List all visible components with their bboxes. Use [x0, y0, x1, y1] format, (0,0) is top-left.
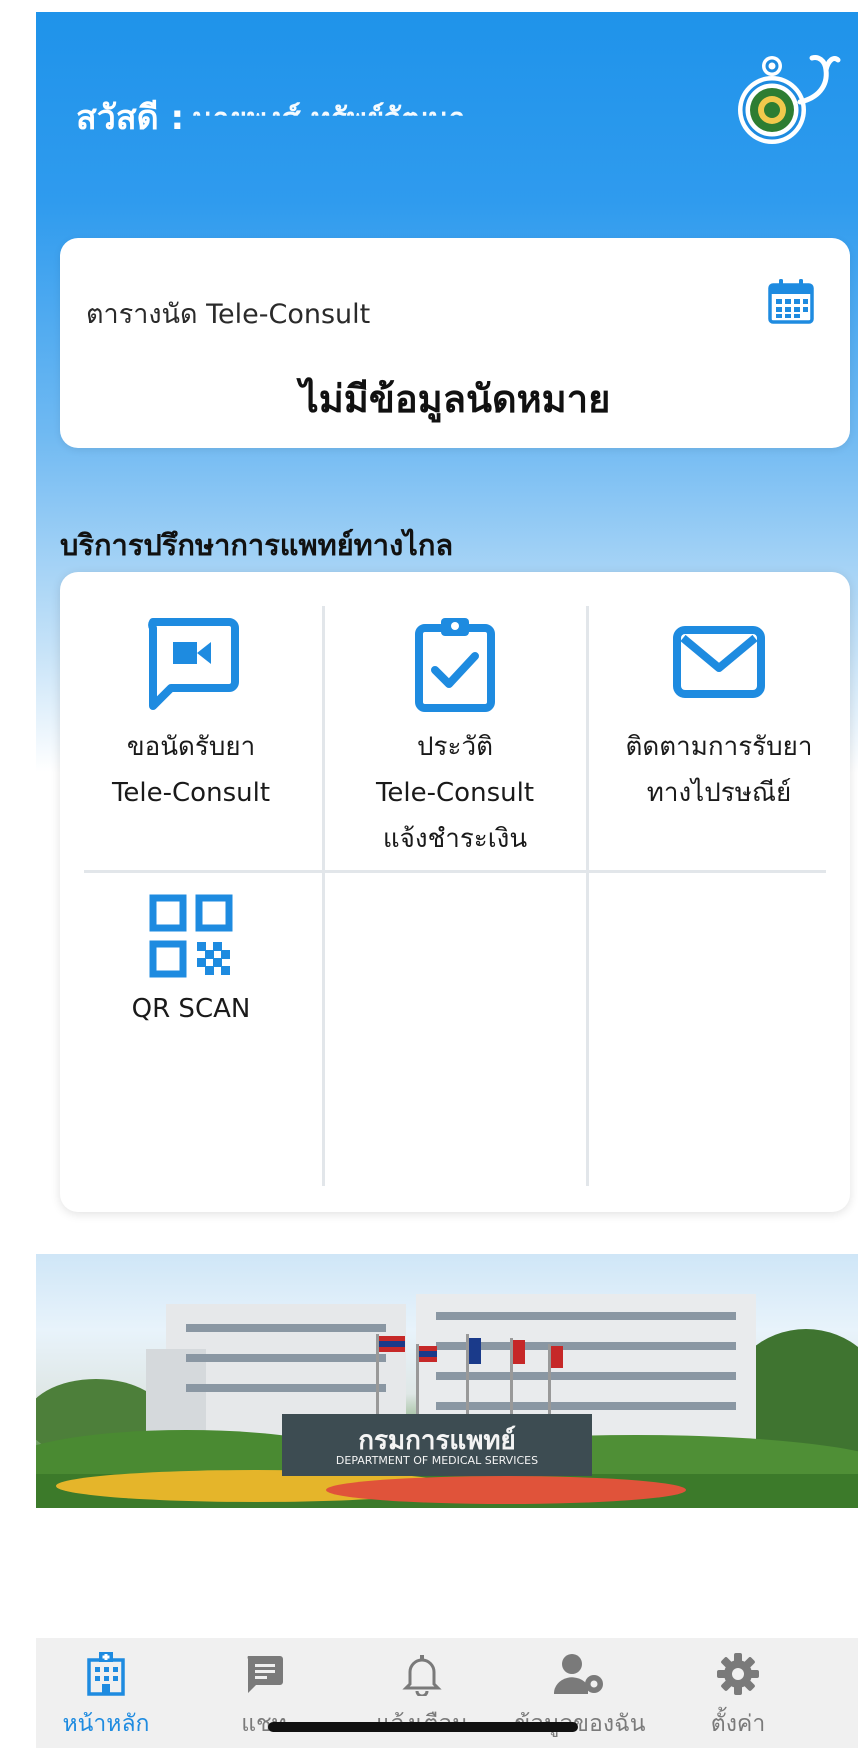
service-label-line1: ขอนัดรับยา: [126, 732, 256, 762]
service-track-delivery[interactable]: ติดตามการรับยา ทางไปรษณีย์: [588, 616, 850, 816]
tab-home[interactable]: หน้าหลัก: [36, 1652, 176, 1742]
service-label-line1: ประวัติ: [417, 732, 493, 762]
service-label-line1: QR SCAN: [131, 994, 251, 1024]
appointment-empty-message: ไม่มีข้อมูลนัดหมาย: [299, 377, 611, 421]
service-label-line2: Tele-Consult: [375, 778, 535, 808]
appointment-card[interactable]: ตารางนัด Tele-Consult ไม่มีข้อมูลนัดหมาย: [60, 238, 850, 448]
service-request-medicine[interactable]: ขอนัดรับยา Tele-Consult: [60, 616, 322, 816]
service-label-line2: Tele-Consult: [111, 778, 271, 808]
service-label-line1: ติดตามการรับยา: [625, 732, 813, 762]
qr-code-icon: [149, 894, 233, 978]
building-illustration: [36, 1294, 858, 1508]
tab-label: ตั้งค่า: [710, 1711, 766, 1737]
services-section-title: บริการปรึกษาการแพทย์ทางไกล: [60, 528, 454, 562]
service-label-line2: ทางไปรษณีย์: [646, 778, 792, 808]
tab-settings[interactable]: ตั้งค่า: [668, 1652, 808, 1742]
stethoscope-logo-icon[interactable]: [732, 52, 842, 152]
mail-icon: [673, 626, 765, 698]
tab-label: หน้าหลัก: [62, 1711, 150, 1737]
calendar-icon[interactable]: [768, 278, 814, 324]
appointment-title: ตารางนัด Tele-Consult: [86, 299, 371, 330]
hospital-icon: [87, 1652, 125, 1696]
video-chat-icon: [148, 618, 239, 710]
service-qr-scan[interactable]: QR SCAN: [60, 894, 322, 1032]
chat-icon: [247, 1656, 283, 1693]
user-settings-icon: [553, 1654, 603, 1694]
service-label-line3: แจ้งชำระเงิน: [382, 824, 528, 854]
clipboard-check-icon: [415, 618, 495, 712]
greeting: สวัสดี : นายพงศ์ ทรัพย์วัฒนา: [76, 90, 466, 144]
home-indicator[interactable]: [268, 1722, 578, 1732]
gear-icon: [717, 1653, 759, 1695]
bell-icon: [402, 1655, 442, 1698]
greeting-label: สวัสดี :: [76, 98, 185, 138]
services-grid: ขอนัดรับยา Tele-Consult ประวัติ Tele-Con…: [60, 572, 850, 1212]
department-banner-image: กรมการแพทย์ DEPARTMENT OF MEDICAL SERVIC…: [36, 1254, 858, 1508]
service-history-payment[interactable]: ประวัติ Tele-Consult แจ้งชำระเงิน: [324, 616, 586, 862]
app-screen: สวัสดี : นายพงศ์ ทรัพย์วัฒนา ตารางนัด Te…: [36, 12, 858, 1748]
grid-divider: [84, 870, 826, 873]
user-name: นายพงศ์ ทรัพย์วัฒนา: [192, 102, 466, 137]
banner-sign-english: DEPARTMENT OF MEDICAL SERVICES: [335, 1454, 539, 1467]
